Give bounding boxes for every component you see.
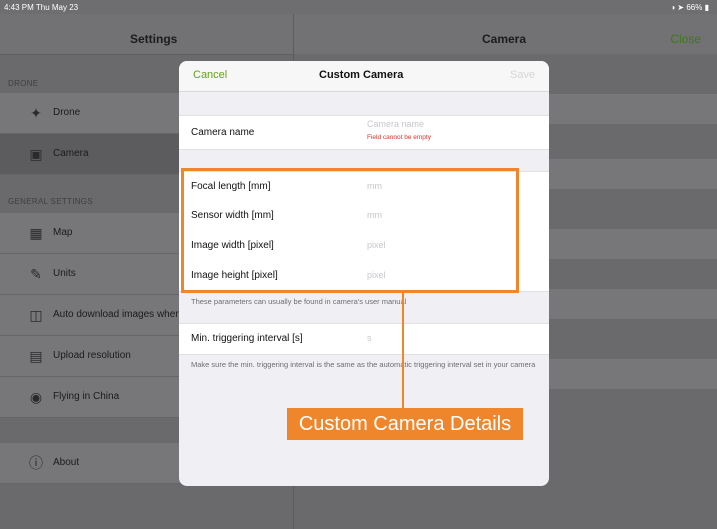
sidebar-item-label: Auto download images when — [53, 309, 181, 320]
location-icon: ➤ — [677, 3, 685, 12]
modal-header: Cancel Custom Camera Save — [179, 61, 549, 92]
fields-note: These parameters can usually be found in… — [191, 297, 407, 306]
camera-name-label: Camera name — [191, 127, 255, 138]
sidebar-item-label: Map — [53, 227, 73, 238]
status-indicators: ◑ ➤ 66% ▮ — [670, 3, 709, 12]
camera-icon: ▣ — [29, 146, 43, 162]
section-general: GENERAL SETTINGS — [8, 197, 93, 206]
sidebar-item-label: Camera — [53, 148, 89, 159]
callout-connector — [402, 293, 404, 408]
trigger-interval-row[interactable]: Min. triggering interval [s] s — [179, 323, 549, 355]
camera-name-row[interactable]: Camera name Camera name Field cannot be … — [179, 115, 549, 150]
battery-percent: 66% — [686, 3, 703, 12]
camera-name-input[interactable]: Camera name — [367, 119, 424, 129]
save-button[interactable]: Save — [510, 69, 535, 81]
sidebar-item-label: About — [53, 457, 80, 468]
trigger-interval-input[interactable]: s — [367, 333, 372, 343]
close-button[interactable]: Close — [670, 32, 701, 46]
camera-header: Camera Close — [294, 14, 717, 54]
trigger-note: Make sure the min. triggering interval i… — [191, 360, 536, 369]
section-drone: DRONE — [8, 79, 39, 88]
wifi-icon: ◑ — [670, 3, 676, 12]
sidebar-item-label: Upload resolution — [53, 350, 131, 361]
status-time: 4:43 PM Thu May 23 — [4, 3, 79, 12]
modal-title: Custom Camera — [319, 69, 404, 81]
sidebar-item-label: Flying in China — [53, 391, 120, 402]
info-icon: ⓘ — [29, 455, 43, 471]
camera-title: Camera — [482, 32, 527, 46]
settings-title: Settings — [130, 32, 178, 46]
settings-header: Settings — [0, 14, 293, 55]
sidebar-item-label: Drone — [53, 107, 81, 118]
download-images-icon: ◫ — [29, 307, 43, 323]
map-icon: ▦ — [29, 225, 43, 241]
highlight-box — [181, 168, 519, 293]
china-icon: ◉ — [29, 389, 43, 405]
sidebar-item-label: Units — [53, 268, 76, 279]
camera-name-error: Field cannot be empty — [367, 134, 431, 141]
status-bar: 4:43 PM Thu May 23 ◑ ➤ 66% ▮ — [0, 0, 717, 14]
callout-label: Custom Camera Details — [287, 408, 523, 440]
trigger-interval-label: Min. triggering interval [s] — [191, 333, 303, 344]
cancel-button[interactable]: Cancel — [193, 69, 227, 81]
ruler-icon: ✎ — [30, 266, 42, 282]
upload-resolution-icon: ▤ — [29, 348, 43, 364]
battery-icon: ▮ — [704, 3, 709, 12]
drone-icon: ✦ — [30, 105, 42, 121]
